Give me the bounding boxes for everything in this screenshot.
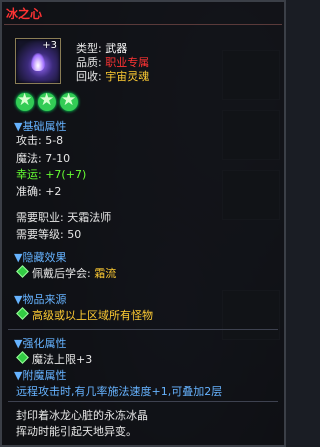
- green-diamond-icon: [16, 351, 29, 364]
- green-star-icon: [38, 90, 56, 111]
- star-rating: [16, 90, 82, 114]
- hidden-effect-line: 佩戴后学会: 霜流: [16, 265, 116, 281]
- attack-stat: 攻击: 5-8: [16, 134, 64, 147]
- item-title: 冰之心: [6, 7, 43, 21]
- description-line-1: 封印着冰龙心脏的永冻冰晶: [16, 409, 148, 422]
- accuracy-stat: 准确: +2: [16, 185, 62, 198]
- description-line-2: 挥动时能引起天地异变。: [16, 425, 137, 438]
- section-divider: [8, 401, 278, 402]
- luck-stat: 幸运: +7(+7): [16, 166, 86, 182]
- recycle-row: 回收: 宇宙灵魂: [76, 68, 149, 84]
- title-divider: [4, 24, 282, 25]
- green-star-icon: [60, 90, 78, 111]
- magic-stat: 魔法: 7-10: [16, 152, 71, 165]
- required-level: 需要等级: 50: [16, 228, 82, 241]
- item-tooltip: 冰之心 +3 类型: 武器 品质: 职业专属 回收: 宇宙灵魂 ▼基础属性 攻击…: [0, 0, 286, 447]
- hidden-effect-header: ▼隐藏效果: [14, 251, 67, 264]
- enhance-attribute-line: 魔法上限+3: [16, 351, 92, 367]
- enchant-attribute-value: 远程攻击时,有几率施法速度+1,可叠加2层: [16, 385, 223, 398]
- green-diamond-icon: [16, 265, 29, 278]
- luck-value: +7(+7): [45, 168, 87, 181]
- enhance-attribute-value: 魔法上限+3: [32, 353, 93, 366]
- hidden-effect-label: 佩戴后学会:: [32, 267, 91, 280]
- section-divider: [8, 329, 278, 330]
- item-source-value: 高级或以上区域所有怪物: [32, 309, 153, 322]
- required-job: 需要职业: 天霜法师: [16, 211, 112, 224]
- hidden-effect-value: 霜流: [94, 267, 117, 280]
- green-star-icon: [16, 90, 34, 111]
- enchant-attributes-header: ▼附魔属性: [14, 369, 67, 382]
- item-icon: +3: [15, 38, 61, 84]
- green-diamond-icon: [16, 307, 29, 320]
- enhance-level: +3: [42, 40, 57, 51]
- recycle-label: 回收:: [76, 70, 102, 83]
- recycle-value: 宇宙灵魂: [105, 70, 150, 83]
- item-source-line: 高级或以上区域所有怪物: [16, 307, 153, 323]
- luck-label: 幸运:: [16, 168, 42, 181]
- enhance-attributes-header: ▼强化属性: [14, 337, 67, 350]
- flame-icon: [31, 53, 45, 71]
- item-source-header: ▼物品来源: [14, 293, 67, 306]
